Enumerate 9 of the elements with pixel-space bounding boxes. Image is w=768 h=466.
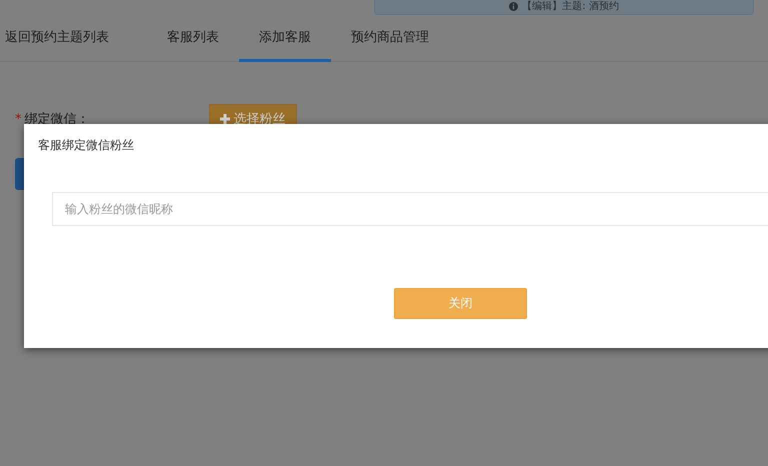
banner-text: 【编辑】主题: 酒预约 — [522, 0, 619, 12]
tab[interactable]: 返回预约主题列表 — [0, 15, 147, 62]
tab[interactable]: 添加客服 — [239, 15, 331, 62]
search-field[interactable]: 输入粉丝的微信昵称 — [52, 192, 768, 226]
tab[interactable]: 客服列表 — [147, 15, 239, 62]
dialog-title: 客服绑定微信粉丝 — [37, 137, 135, 154]
plus-icon — [220, 114, 230, 124]
required-mark: * — [15, 112, 22, 126]
tab[interactable]: 预约商品管理 — [331, 15, 449, 62]
